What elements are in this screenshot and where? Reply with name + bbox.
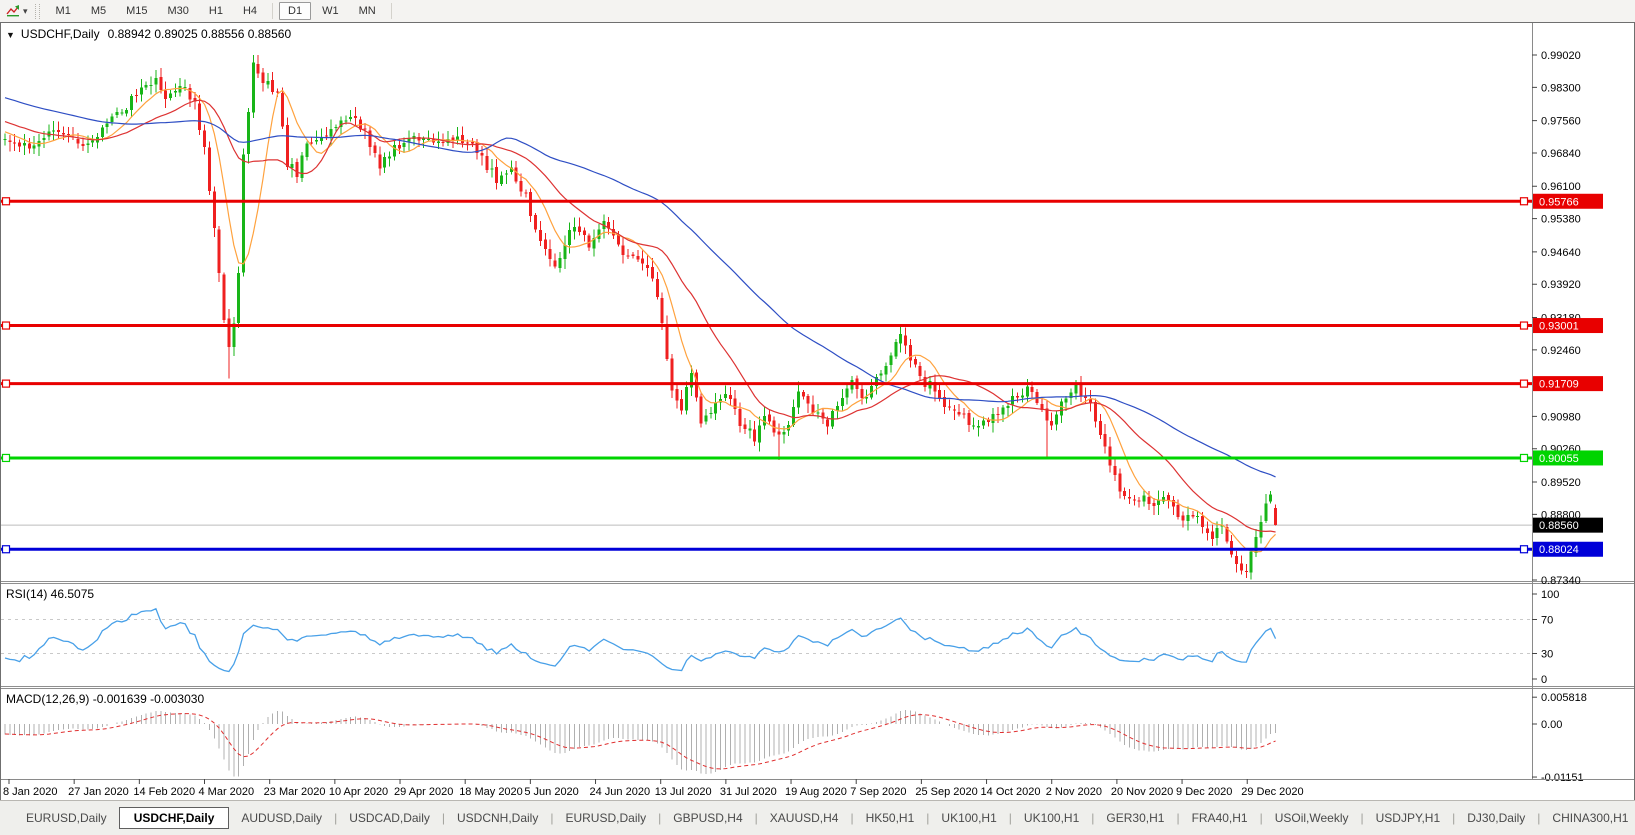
- timeframe-button-mn[interactable]: MN: [350, 2, 385, 20]
- tab-gbpusd-h4[interactable]: GBPUSD,H4: [661, 808, 754, 828]
- symbol-title: USDCHF,Daily: [20, 27, 100, 41]
- svg-text:0.97560: 0.97560: [1541, 116, 1581, 128]
- date-axis[interactable]: 8 Jan 2020 27 Jan 2020 14 Feb 2020 4 Mar 20…: [1, 779, 1634, 798]
- rsi-indicator-label: RSI(14) 46.5075: [6, 587, 95, 601]
- svg-text:70: 70: [1541, 615, 1553, 627]
- tab-eurusd-daily[interactable]: EURUSD,Daily: [553, 808, 658, 828]
- svg-text:29 Dec 2020: 29 Dec 2020: [1241, 786, 1303, 798]
- macd-signal-line: [4, 713, 1276, 770]
- svg-text:0.005818: 0.005818: [1541, 692, 1587, 704]
- chart-tabs: EURUSD,Daily USDCHF,Daily AUDUSD,Daily | USD…: [14, 807, 1635, 829]
- svg-text:18 May 2020: 18 May 2020: [459, 786, 523, 798]
- svg-text:100: 100: [1541, 589, 1559, 601]
- svg-text:14 Feb 2020: 14 Feb 2020: [133, 786, 195, 798]
- svg-text:0.88560: 0.88560: [1539, 520, 1579, 532]
- svg-text:0.93920: 0.93920: [1541, 279, 1581, 291]
- svg-text:13 Jul 2020: 13 Jul 2020: [655, 786, 712, 798]
- svg-text:-0.01151: -0.01151: [1541, 772, 1584, 784]
- tab-uk100-h1[interactable]: UK100,H1: [1012, 808, 1091, 828]
- timeframe-toolbar: ▾ M1 M5 M15 M30 H1 H4 D1 W1 MN: [0, 0, 1635, 23]
- collapse-chart-icon[interactable]: ▼: [6, 30, 15, 40]
- svg-text:10 Apr 2020: 10 Apr 2020: [329, 786, 388, 798]
- svg-text:24 Jun 2020: 24 Jun 2020: [590, 786, 651, 798]
- svg-text:0.95380: 0.95380: [1541, 214, 1581, 226]
- svg-text:31 Jul 2020: 31 Jul 2020: [720, 786, 777, 798]
- svg-text:20 Nov 2020: 20 Nov 2020: [1111, 786, 1173, 798]
- tab-usdcad-daily[interactable]: USDCAD,Daily: [337, 808, 442, 828]
- svg-text:0.96100: 0.96100: [1541, 181, 1581, 193]
- svg-text:29 Apr 2020: 29 Apr 2020: [394, 786, 453, 798]
- svg-text:8 Jan 2020: 8 Jan 2020: [3, 786, 57, 798]
- chart-title: ▼ USDCHF,Daily 0.88942 0.89025 0.88556 0.8…: [6, 27, 291, 41]
- pane-separators[interactable]: [1, 581, 1634, 689]
- svg-text:9 Dec 2020: 9 Dec 2020: [1176, 786, 1232, 798]
- svg-text:0.90055: 0.90055: [1539, 453, 1579, 465]
- toolbar-separator: [272, 3, 274, 19]
- svg-text:5 Jun 2020: 5 Jun 2020: [524, 786, 578, 798]
- svg-text:0.99020: 0.99020: [1541, 50, 1581, 62]
- svg-text:0.94640: 0.94640: [1541, 247, 1581, 259]
- level-lines[interactable]: [1, 197, 1532, 554]
- toolbar-grip[interactable]: [34, 3, 40, 19]
- svg-text:0.92460: 0.92460: [1541, 345, 1581, 357]
- macd-histogram: [4, 709, 1277, 777]
- tab-fra40-h1[interactable]: FRA40,H1: [1180, 808, 1260, 828]
- timeframe-buttons: M1 M5 M15 M30 H1 H4 D1 W1 MN: [46, 2, 397, 20]
- timeframe-button-m1[interactable]: M1: [47, 2, 80, 20]
- timeframe-button-h1[interactable]: H1: [200, 2, 232, 20]
- svg-text:0.98300: 0.98300: [1541, 82, 1581, 94]
- svg-text:0.91709: 0.91709: [1539, 379, 1579, 391]
- timeframe-button-m15[interactable]: M15: [117, 2, 156, 20]
- tab-ger30-h1[interactable]: GER30,H1: [1094, 808, 1176, 828]
- svg-text:7 Sep 2020: 7 Sep 2020: [850, 786, 906, 798]
- timeframe-button-m30[interactable]: M30: [159, 2, 198, 20]
- indicator-arrows-icon[interactable]: [4, 3, 22, 19]
- svg-text:0.93001: 0.93001: [1539, 321, 1579, 333]
- timeframe-button-m5[interactable]: M5: [82, 2, 115, 20]
- timeframe-button-w1[interactable]: W1: [313, 2, 348, 20]
- svg-text:2 Nov 2020: 2 Nov 2020: [1046, 786, 1102, 798]
- tab-eurusd-daily[interactable]: EURUSD,Daily: [14, 808, 119, 828]
- tab-xauusd-h4[interactable]: XAUUSD,H4: [758, 808, 851, 828]
- toolbar-separator: [390, 3, 392, 19]
- svg-text:0.95766: 0.95766: [1539, 196, 1579, 208]
- ma-mid-line: [4, 99, 1276, 533]
- chart-window: 0.99020 0.98300 0.97560 0.96840 0.96100 0.953…: [0, 22, 1635, 802]
- svg-text:0.90980: 0.90980: [1541, 411, 1581, 423]
- timeframe-button-h4[interactable]: H4: [234, 2, 266, 20]
- svg-text:25 Sep 2020: 25 Sep 2020: [915, 786, 977, 798]
- tab-usdcnh-daily[interactable]: USDCNH,Daily: [445, 808, 550, 828]
- chart-tab-bar: EURUSD,Daily USDCHF,Daily AUDUSD,Daily | USD…: [0, 800, 1635, 835]
- price-axis: 0.99020 0.98300 0.97560 0.96840 0.96100 0.953…: [1532, 23, 1587, 784]
- svg-text:0: 0: [1541, 674, 1547, 686]
- ohlc-values: 0.88942 0.89025 0.88556 0.88560: [107, 27, 292, 41]
- svg-text:0.96840: 0.96840: [1541, 148, 1581, 160]
- ma-fast-line: [4, 87, 1276, 553]
- svg-text:19 Aug 2020: 19 Aug 2020: [785, 786, 847, 798]
- svg-text:0.00: 0.00: [1541, 719, 1562, 731]
- svg-text:0.87340: 0.87340: [1541, 575, 1581, 587]
- rsi-line: [4, 607, 1277, 673]
- macd-indicator-label: MACD(12,26,9) -0.001639 -0.003030: [6, 692, 205, 706]
- svg-text:0.88024: 0.88024: [1539, 544, 1579, 556]
- timeframe-button-d1[interactable]: D1: [279, 2, 312, 20]
- svg-text:14 Oct 2020: 14 Oct 2020: [981, 786, 1041, 798]
- ma-slow-line: [4, 97, 1276, 478]
- tab-hk50-h1[interactable]: HK50,H1: [854, 808, 927, 828]
- tab-usoil-weekly[interactable]: USOil,Weekly: [1263, 808, 1361, 828]
- chart-canvas[interactable]: 0.99020 0.98300 0.97560 0.96840 0.96100 0.953…: [1, 23, 1634, 801]
- svg-text:27 Jan 2020: 27 Jan 2020: [68, 786, 129, 798]
- dropdown-caret-icon[interactable]: ▾: [23, 6, 28, 17]
- svg-text:0.89520: 0.89520: [1541, 477, 1581, 489]
- tab-usdjpy-h1[interactable]: USDJPY,H1: [1364, 808, 1452, 828]
- svg-text:23 Mar 2020: 23 Mar 2020: [264, 786, 326, 798]
- tab-usdchf-daily[interactable]: USDCHF,Daily: [118, 807, 230, 829]
- candlestick-series: [3, 55, 1278, 580]
- tab-china300-h1[interactable]: CHINA300,H1: [1540, 808, 1635, 828]
- tab-dj30-daily[interactable]: DJ30,Daily: [1455, 808, 1537, 828]
- svg-text:4 Mar 2020: 4 Mar 2020: [199, 786, 255, 798]
- svg-text:30: 30: [1541, 649, 1553, 661]
- tab-audusd-daily[interactable]: AUDUSD,Daily: [229, 808, 334, 828]
- tab-uk100-h1[interactable]: UK100,H1: [929, 808, 1008, 828]
